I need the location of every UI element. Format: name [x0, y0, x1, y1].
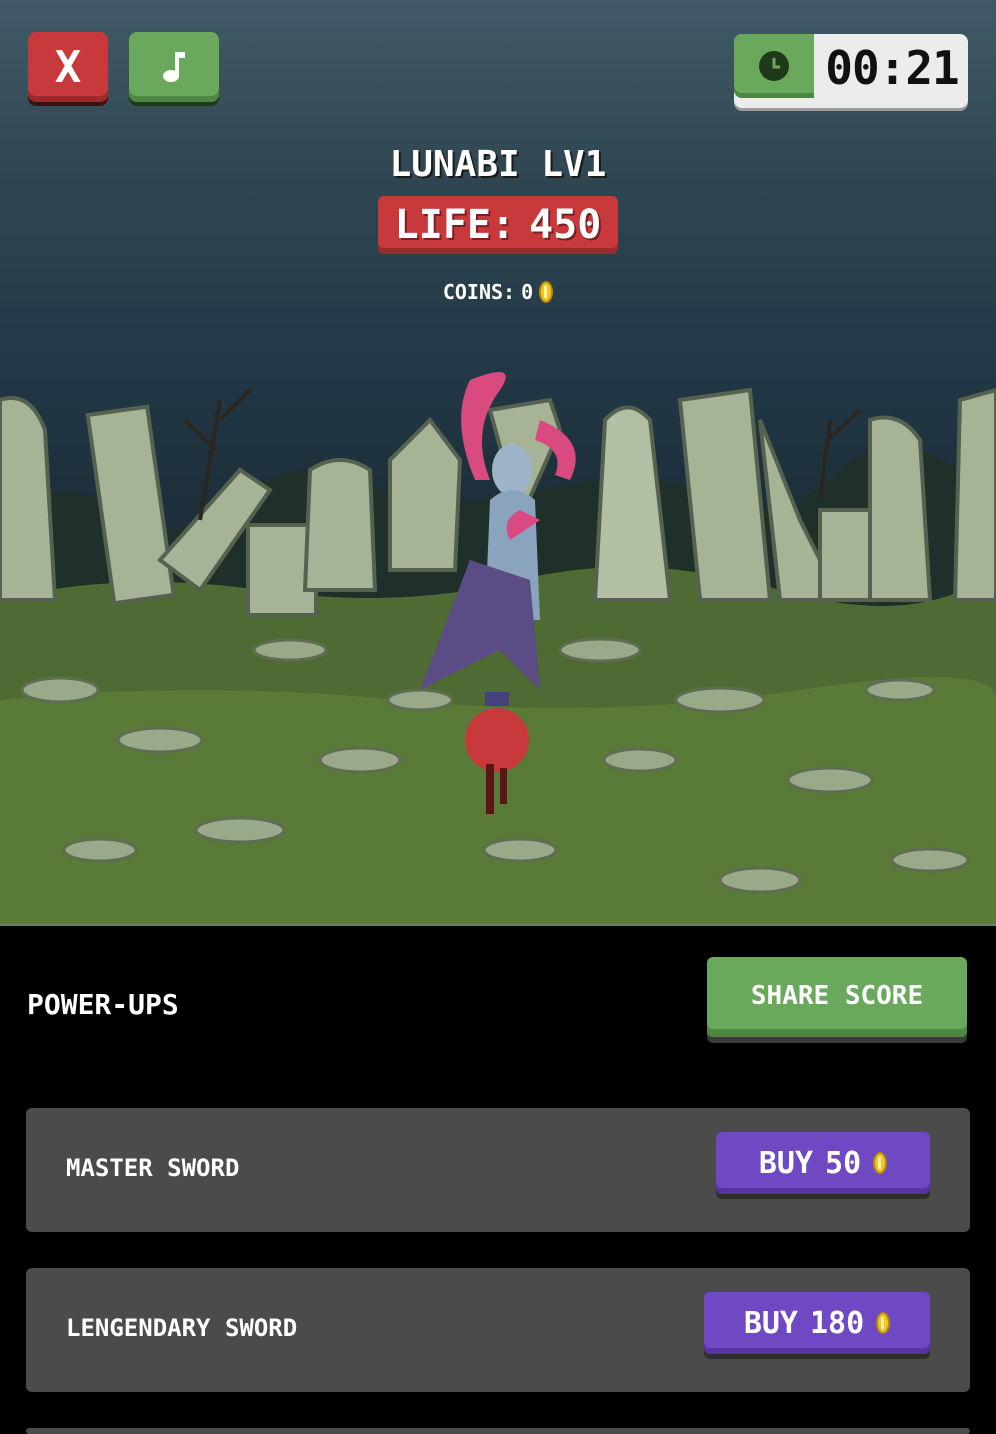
powerup-item-master-sword: MASTER SWORD BUY 50 — [26, 1108, 970, 1232]
enemy-life-box: LIFE: 450 — [378, 196, 618, 254]
price-value: 50 — [825, 1145, 862, 1181]
powerup-name: MASTER SWORD — [66, 1154, 240, 1182]
music-note-icon — [163, 52, 185, 82]
coins-counter: COINS: 0 — [398, 276, 598, 308]
timer-display: 00:21 — [734, 34, 968, 108]
buy-master-sword-button[interactable]: BUY 50 — [716, 1132, 930, 1194]
coin-icon — [539, 281, 554, 303]
coins-label: COINS: — [442, 280, 516, 304]
coins-value: 0 — [521, 280, 534, 304]
life-value: 450 — [529, 202, 602, 248]
coin-icon — [873, 1152, 888, 1174]
enemy-name: LUNABI LV1 — [389, 144, 607, 185]
timer-value: 00:21 — [825, 41, 959, 95]
game-canvas[interactable]: X 00:21 LUNABI LV1 LIFE: 450 COINS: 0 — [0, 0, 996, 926]
share-score-button[interactable]: SHARE SCORE — [707, 957, 967, 1037]
buy-legendary-sword-button[interactable]: BUY 180 — [704, 1292, 930, 1354]
buy-label: BUY — [758, 1145, 814, 1181]
life-label: LIFE: — [394, 202, 516, 248]
powerup-item-legendary-sword: LENGENDARY SWORD BUY 180 — [26, 1268, 970, 1392]
music-toggle-button[interactable] — [129, 32, 219, 102]
buy-label: BUY — [743, 1305, 798, 1341]
powerup-item-partial — [26, 1428, 970, 1434]
game-scene — [0, 372, 996, 924]
price-value: 180 — [810, 1305, 865, 1341]
powerup-name: LENGENDARY SWORD — [66, 1314, 298, 1342]
share-score-label: SHARE SCORE — [750, 981, 924, 1011]
coin-icon — [876, 1312, 891, 1334]
clock-icon — [759, 51, 789, 81]
close-button[interactable]: X — [28, 32, 108, 102]
timer-icon-box — [734, 34, 814, 98]
powerups-title: POWER-UPS — [27, 988, 179, 1021]
close-label: X — [54, 41, 82, 93]
